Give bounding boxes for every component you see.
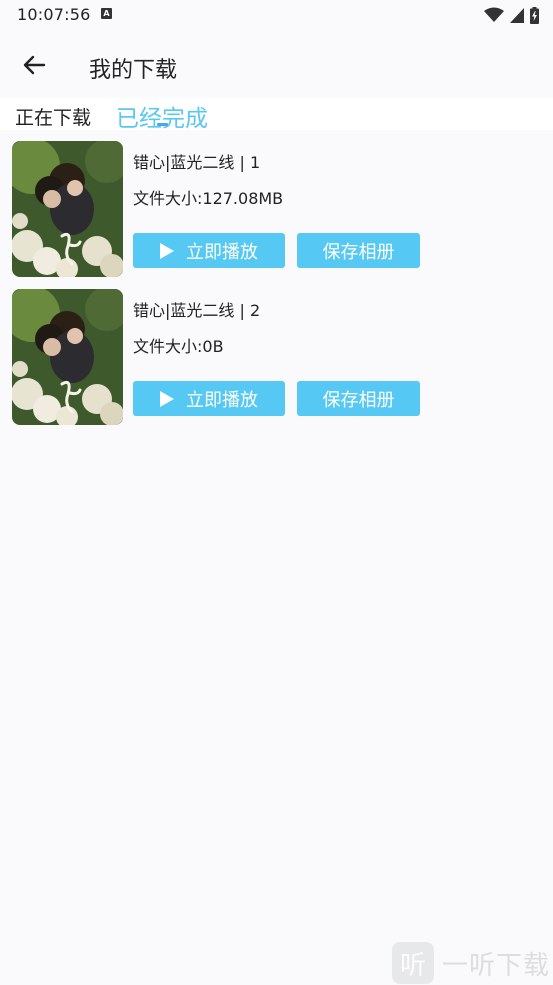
tab-completed[interactable]: 已经完成: [116, 99, 208, 133]
save-to-album-button[interactable]: 保存相册: [297, 233, 420, 268]
status-bar: 10:07:56 A: [0, 0, 553, 30]
play-icon: [160, 390, 174, 407]
save-to-album-button[interactable]: 保存相册: [297, 381, 420, 416]
arrow-left-icon: [23, 55, 46, 75]
app-bar: 我的下载: [0, 40, 553, 90]
watermark-text: 一听下载: [442, 950, 551, 981]
list-item: 错心|蓝光二线 | 2 文件大小:0B 立即播放 保存相册: [0, 279, 553, 427]
poster-thumbnail[interactable]: [12, 141, 123, 277]
wifi-icon: [484, 7, 504, 22]
page-title: 我的下载: [89, 58, 178, 83]
watermark: 听 一听下载: [392, 941, 550, 985]
battery-charging-icon: [530, 6, 539, 24]
tab-downloading[interactable]: 正在下载: [15, 103, 91, 130]
status-icons: [484, 6, 539, 24]
play-now-button[interactable]: 立即播放: [133, 381, 285, 416]
play-now-label: 立即播放: [186, 241, 258, 263]
notification-a-icon: A: [101, 8, 112, 19]
list-item: 错心|蓝光二线 | 1 文件大小:127.08MB 立即播放 保存相册: [0, 131, 553, 279]
tab-bar: 正在下载 已经完成: [0, 98, 553, 133]
item-title: 错心|蓝光二线 | 2: [133, 301, 261, 320]
back-button[interactable]: [20, 51, 48, 79]
signal-icon: [510, 7, 524, 23]
play-now-label: 立即播放: [186, 389, 258, 411]
item-title: 错心|蓝光二线 | 1: [133, 153, 261, 172]
watermark-logo-icon: 听: [392, 942, 434, 984]
play-icon: [160, 242, 174, 259]
play-now-button[interactable]: 立即播放: [133, 233, 285, 268]
status-time: 10:07:56: [17, 5, 91, 24]
save-to-album-label: 保存相册: [322, 389, 395, 411]
poster-thumbnail[interactable]: [12, 289, 123, 425]
item-size: 文件大小:127.08MB: [133, 189, 284, 208]
save-to-album-label: 保存相册: [322, 241, 395, 263]
tab-indicator: [157, 123, 168, 126]
item-size: 文件大小:0B: [133, 337, 224, 356]
